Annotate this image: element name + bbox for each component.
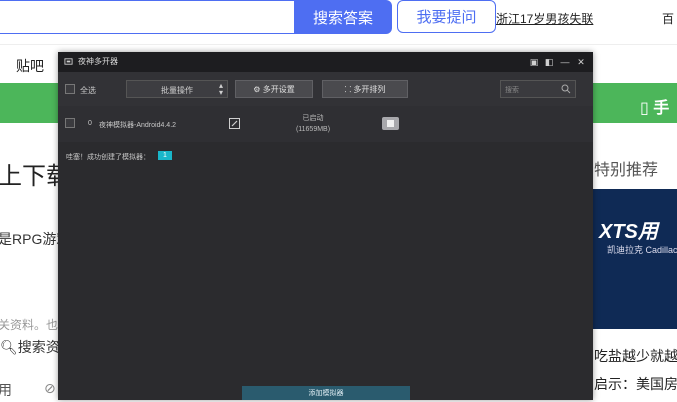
header-divider xyxy=(0,44,677,45)
window-title: 夜神多开器 xyxy=(78,57,118,66)
ad-logo: XTS用 xyxy=(599,221,658,243)
search-answer-button[interactable]: 搜索答案 xyxy=(294,0,392,34)
nox-multi-instance-window: 夜神多开器 ▣ ◧ — ✕ 全选 批量操作 ▴▾ ⚙ 多开设置 ⸬ 多开排列 0… xyxy=(58,52,593,400)
green-banner-text[interactable]: ▯ 手 xyxy=(640,94,669,118)
nav-tieba[interactable]: 贴吧 xyxy=(16,56,44,76)
article-note: 关资料。也 xyxy=(0,318,59,332)
instance-stop-button[interactable] xyxy=(382,117,399,130)
settings-icon[interactable]: ▣ xyxy=(528,56,540,68)
updown-icon: ▴ ▾ xyxy=(218,81,223,97)
ad-subtitle: 凯迪拉克 Cadillac xyxy=(607,245,677,255)
news-item[interactable]: 启示：美国房 xyxy=(594,374,677,394)
add-emulator-button[interactable]: 添加模拟器 xyxy=(242,386,410,400)
window-titlebar[interactable]: 夜神多开器 ▣ ◧ — ✕ xyxy=(58,52,593,72)
folder-icon[interactable]: ◧ xyxy=(543,56,555,68)
created-count-badge: 1 xyxy=(158,151,172,160)
recommend-title: 特别推荐 xyxy=(594,162,659,179)
instance-search[interactable] xyxy=(500,80,576,99)
phone-icon: ▯ xyxy=(640,100,649,117)
minimize-icon[interactable]: — xyxy=(559,56,571,68)
instance-search-input[interactable] xyxy=(501,81,565,99)
ask-question-button[interactable]: 我要提问 xyxy=(397,0,496,33)
batch-operation-select[interactable]: 批量操作 ▴ ▾ xyxy=(126,80,228,98)
multi-arrange-button[interactable]: ⸬ 多开排列 xyxy=(322,80,408,98)
multi-settings-button[interactable]: ⚙ 多开设置 xyxy=(235,80,313,98)
top-right-link[interactable]: 百 xyxy=(662,10,674,27)
edit-icon[interactable] xyxy=(229,118,240,129)
close-icon[interactable]: ✕ xyxy=(575,56,587,68)
instance-status-text: 已启动 xyxy=(302,115,324,122)
instance-status: 已启动 (11659MB) xyxy=(278,113,348,135)
news-item[interactable]: 吃盐越少就越 xyxy=(594,346,677,366)
link-icon[interactable]: ⊘ xyxy=(44,380,56,397)
instance-size: (11659MB) xyxy=(295,126,331,133)
ad-banner[interactable]: XTS用 凯迪拉克 Cadillac xyxy=(593,189,677,329)
instance-checkbox[interactable] xyxy=(65,118,75,128)
instance-row[interactable]: 0 夜神模拟器-Android4.4.2 已启动 (11659MB) xyxy=(58,106,593,142)
search-related-label: 搜索资 xyxy=(17,339,60,355)
instance-index: 0 xyxy=(88,120,92,127)
select-all-checkbox[interactable] xyxy=(65,84,75,94)
instance-name: 夜神模拟器-Android4.4.2 xyxy=(99,122,177,129)
app-icon xyxy=(64,58,73,65)
search-icon: 🔍︎ xyxy=(0,339,18,355)
search-icon[interactable] xyxy=(561,84,571,94)
success-message: 哇塞！成功创建了模拟器： xyxy=(66,154,150,161)
search-related[interactable]: 🔍︎搜索资 xyxy=(0,337,60,357)
hot-news-link[interactable]: 浙江17岁男孩失联 xyxy=(496,10,593,27)
batch-operation-label: 批量操作 xyxy=(161,86,193,95)
green-banner-label: 手 xyxy=(653,100,670,117)
select-all-label: 全选 xyxy=(80,86,96,95)
bottom-item[interactable]: 用 xyxy=(0,380,12,400)
search-input[interactable] xyxy=(0,0,294,34)
